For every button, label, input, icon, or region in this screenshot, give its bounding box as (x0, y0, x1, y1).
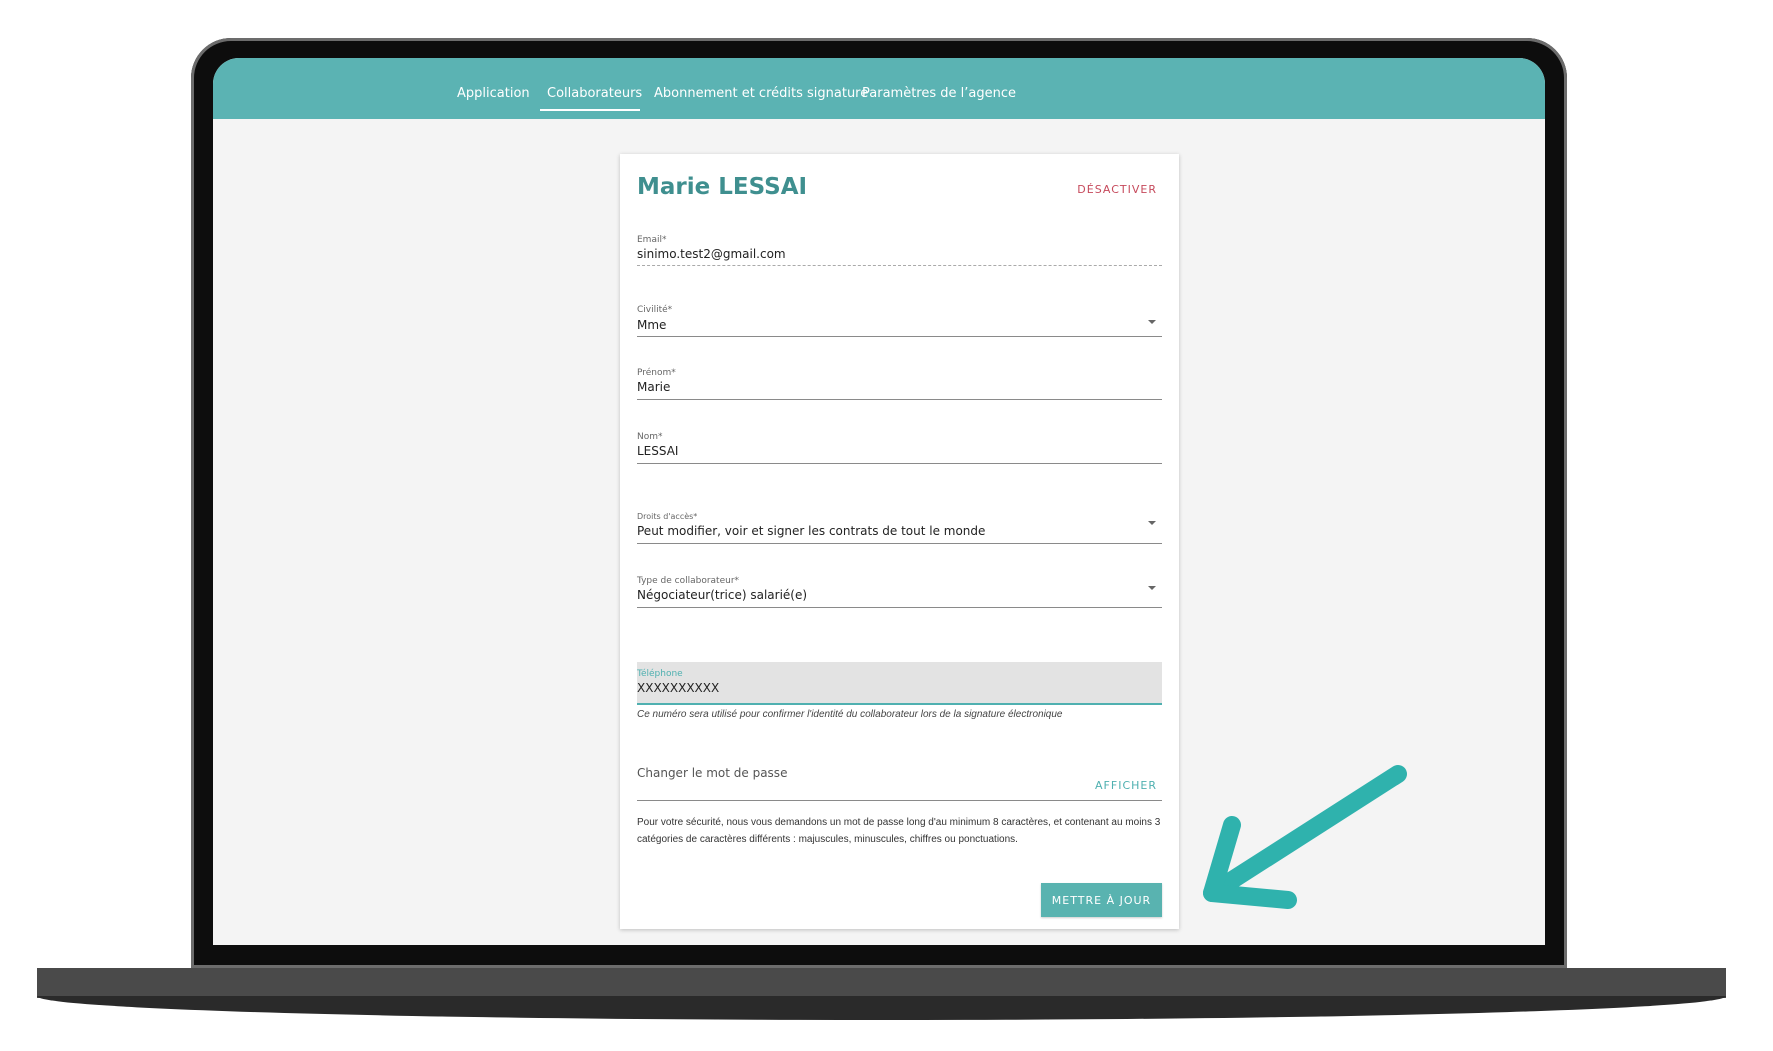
tab-abonnement[interactable]: Abonnement et crédits signature (654, 86, 868, 101)
active-tab-indicator (540, 109, 640, 111)
email-underline (637, 265, 1162, 266)
email-value: sinimo.test2@gmail.com (637, 247, 786, 261)
prenom-field[interactable]: Prénom* Marie (637, 368, 1162, 400)
collaborator-card: Marie LESSAI DÉSACTIVER Email* sinimo.te… (620, 154, 1179, 929)
telephone-field[interactable]: Téléphone XXXXXXXXXX (637, 662, 1162, 705)
password-hint: Pour votre sécurité, nous vous demandons… (637, 817, 1161, 845)
prenom-label: Prénom* (637, 368, 676, 378)
type-value: Négociateur(trice) salarié(e) (637, 588, 808, 602)
page-title: Marie LESSAI (637, 174, 808, 200)
tab-parametres[interactable]: Paramètres de l’agence (862, 86, 1016, 101)
nom-field[interactable]: Nom* LESSAI (637, 432, 1162, 464)
droits-underline (637, 543, 1162, 544)
chevron-down-icon (1148, 586, 1156, 590)
telephone-value: XXXXXXXXXX (637, 681, 720, 695)
prenom-underline (637, 399, 1162, 400)
password-placeholder: Changer le mot de passe (637, 766, 788, 780)
type-underline (637, 607, 1162, 608)
droits-select[interactable]: Droits d'accès* Peut modifier, voir et s… (637, 512, 1162, 544)
nom-value: LESSAI (637, 444, 679, 458)
civilite-value: Mme (637, 318, 667, 332)
telephone-underline (637, 703, 1162, 705)
laptop-base (37, 968, 1726, 998)
annotation-arrow-icon (1203, 765, 1407, 909)
civilite-label: Civilité* (637, 305, 673, 315)
prenom-value: Marie (637, 380, 671, 394)
telephone-label: Téléphone (637, 669, 683, 679)
nom-label: Nom* (637, 432, 663, 442)
type-select[interactable]: Type de collaborateur* Négociateur(trice… (637, 576, 1162, 608)
civilite-underline (637, 336, 1162, 337)
droits-label: Droits d'accès* (637, 512, 698, 521)
password-underline (637, 800, 1162, 801)
civilite-select[interactable]: Civilité* Mme (637, 305, 1162, 337)
password-field[interactable]: Changer le mot de passe (637, 766, 1162, 801)
arrow-shaft (1203, 765, 1407, 902)
top-navbar: Application Collaborateurs Abonnement et… (213, 58, 1545, 119)
type-label: Type de collaborateur* (637, 576, 740, 586)
email-field[interactable]: Email* sinimo.test2@gmail.com (637, 235, 1162, 266)
tab-collaborateurs[interactable]: Collaborateurs (547, 86, 642, 101)
laptop-base-bottom (37, 996, 1726, 1020)
show-password-button[interactable]: AFFICHER (1095, 779, 1157, 792)
nom-underline (637, 463, 1162, 464)
tab-application[interactable]: Application (457, 86, 530, 101)
deactivate-button[interactable]: DÉSACTIVER (1077, 183, 1157, 196)
email-label: Email* (637, 235, 667, 245)
chevron-down-icon (1148, 320, 1156, 324)
chevron-down-icon (1148, 521, 1156, 525)
update-button[interactable]: METTRE À JOUR (1041, 883, 1162, 917)
droits-value: Peut modifier, voir et signer les contra… (637, 524, 986, 538)
telephone-helper-text: Ce numéro sera utilisé pour confirmer l'… (637, 709, 1063, 720)
